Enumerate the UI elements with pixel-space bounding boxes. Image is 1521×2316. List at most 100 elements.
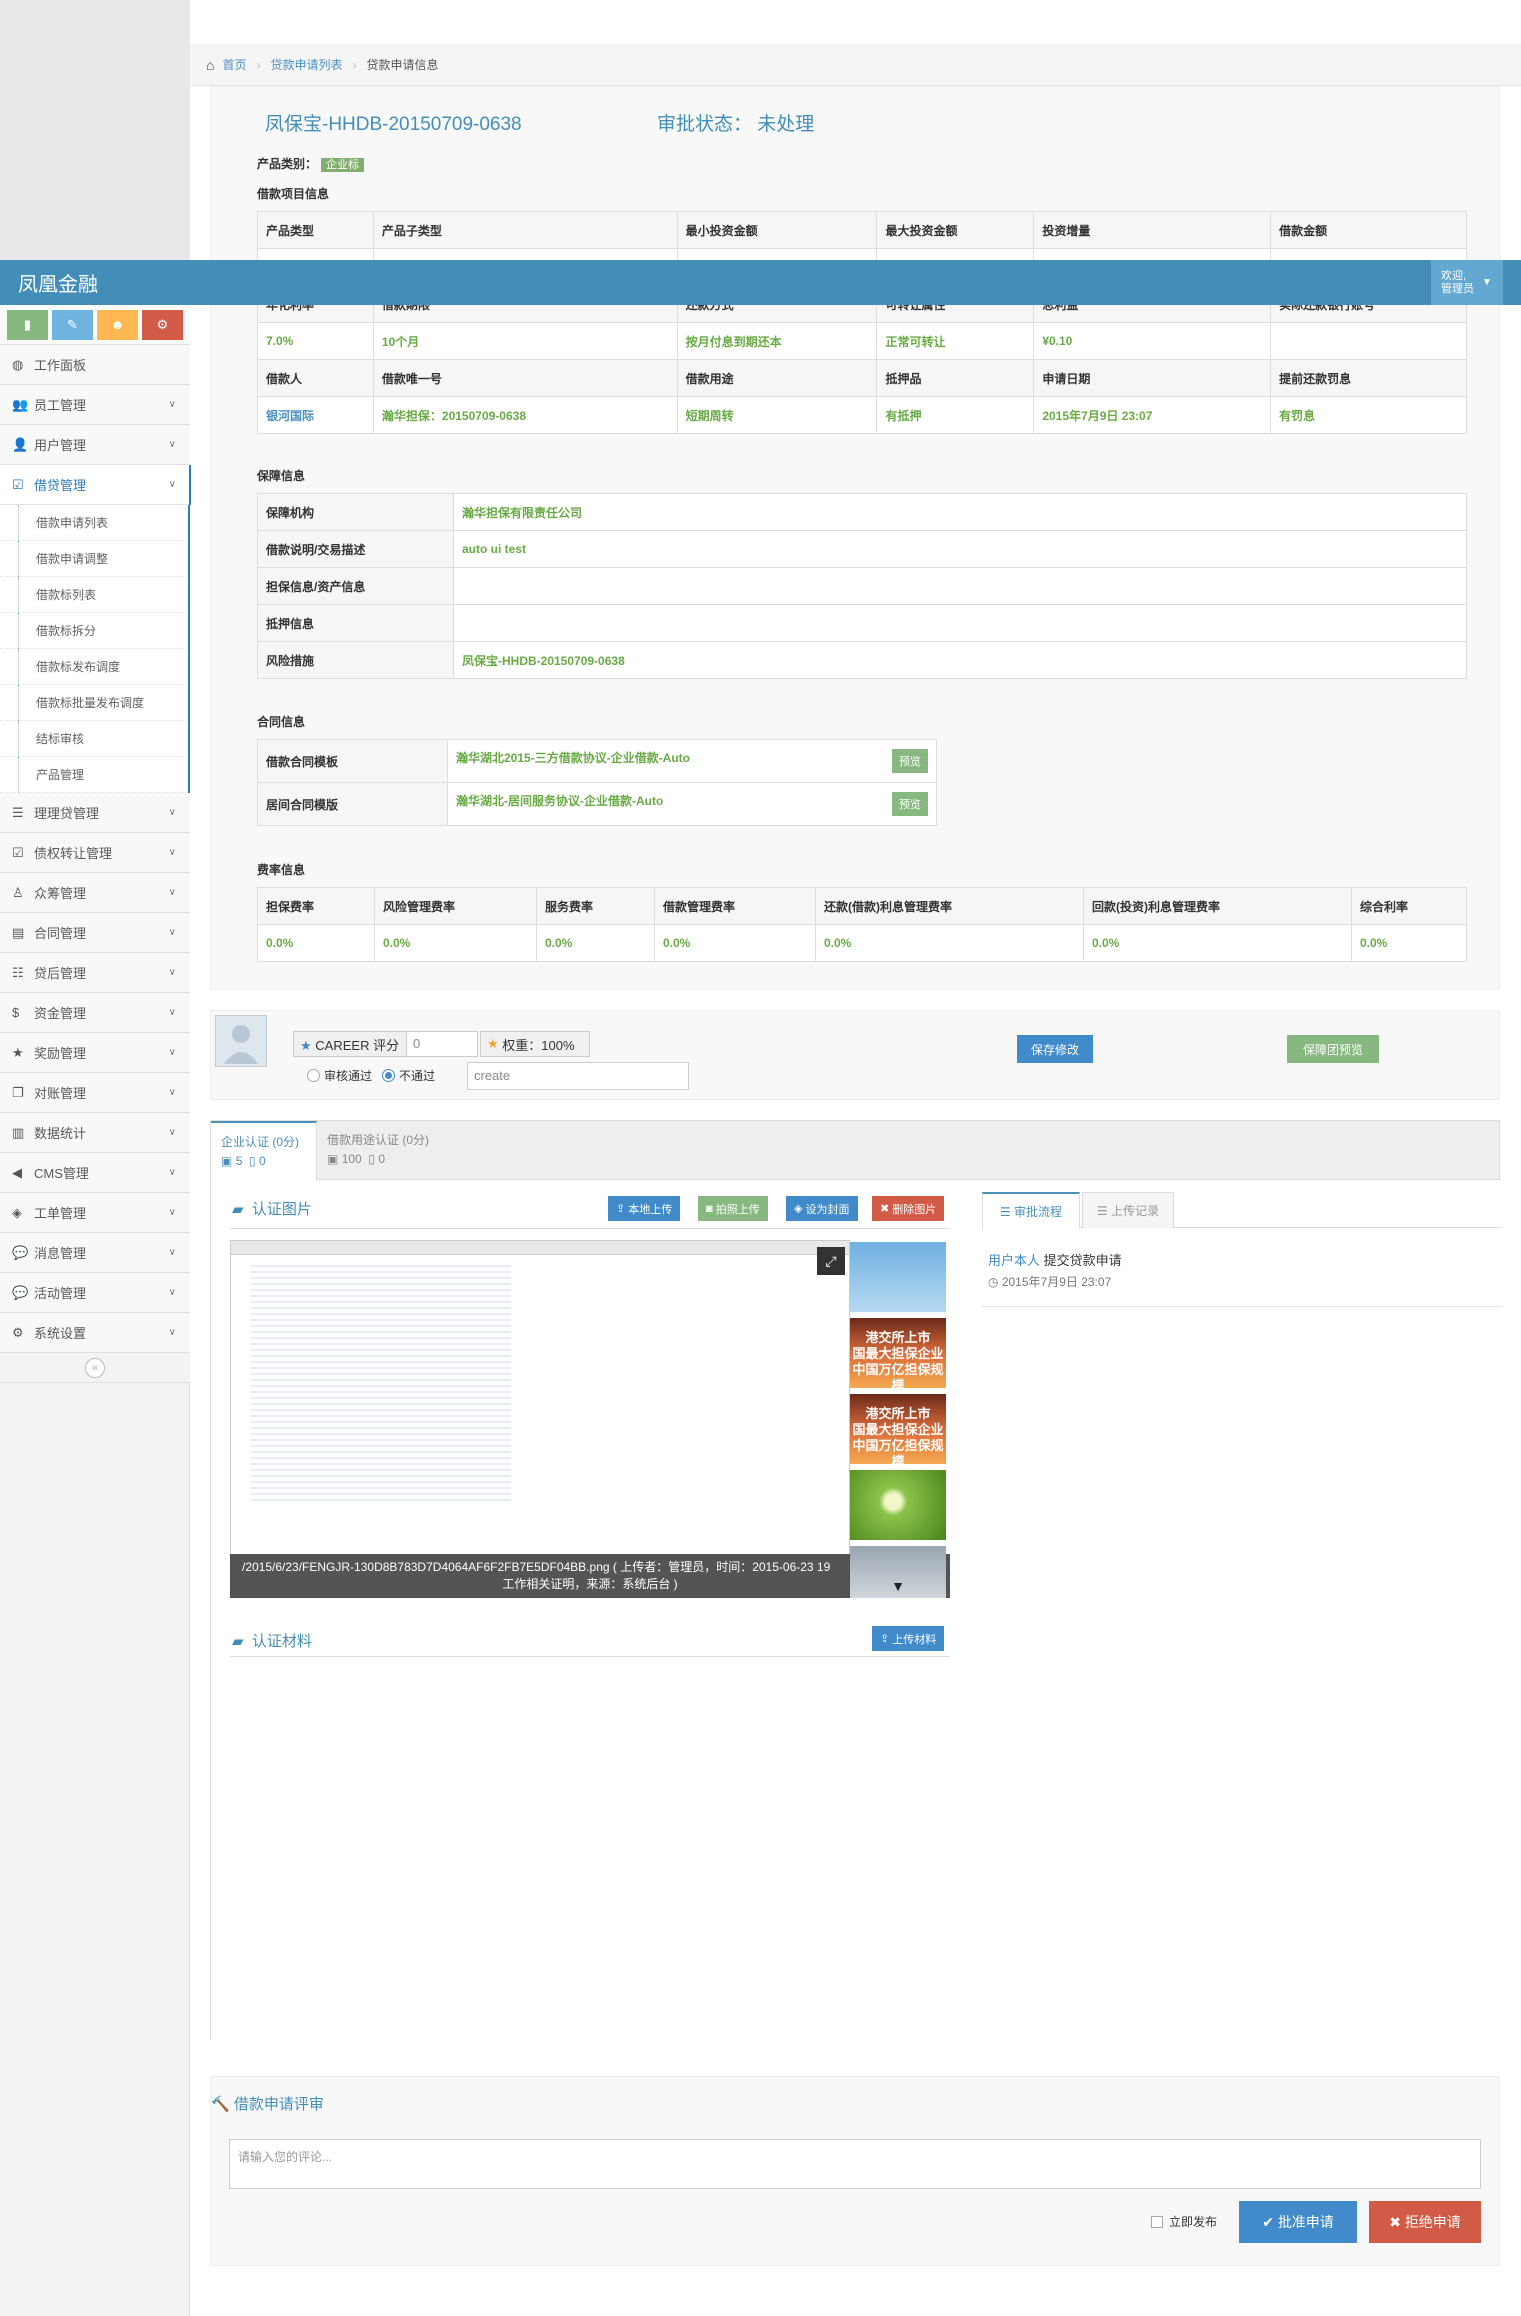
contract-template-link[interactable]: 瀚华湖北-居间服务协议-企业借款-Auto: [456, 794, 663, 808]
signal-icon[interactable]: ▮: [7, 309, 48, 340]
star-icon: ★: [300, 1037, 312, 1053]
male-icon: ♙: [12, 884, 24, 900]
local-upload-button[interactable]: ⇪ 本地上传: [608, 1196, 681, 1221]
thumbnail[interactable]: [850, 1242, 946, 1312]
thumbnail[interactable]: 港交所上市 国最大担保企业 中国万亿担保规模: [850, 1394, 946, 1464]
submenu-item[interactable]: 借款申请调整: [0, 541, 188, 577]
publish-checkbox[interactable]: [1151, 2215, 1163, 2228]
comment-textarea[interactable]: 请输入您的评论...: [229, 2139, 1481, 2189]
sidebar-item-label: 工作面板: [34, 358, 87, 373]
table-cell: 0.0%: [815, 924, 1084, 962]
table-cell: 有抵押: [876, 396, 1035, 434]
comments-icon: 💬: [12, 1284, 29, 1300]
sidebar-item-11[interactable]: 💬 消息管理 ∨: [0, 1233, 190, 1273]
table-cell: 瀚华湖北-居间服务协议-企业借款-Auto 预览: [447, 782, 937, 826]
sidebar-item-1[interactable]: ☑ 债权转让管理 ∨: [0, 833, 190, 873]
sidebar-item-2[interactable]: ♙ 众筹管理 ∨: [0, 873, 190, 913]
submenu-item[interactable]: 产品管理: [0, 757, 188, 793]
file-icon: ▯: [368, 1152, 375, 1166]
table-header-cell: 风险管理费率: [374, 887, 537, 925]
flow-user-link[interactable]: 用户本人: [988, 1253, 1040, 1268]
group-icon[interactable]: ☻: [97, 309, 138, 340]
image-viewer[interactable]: ⤢: [230, 1240, 850, 1598]
screenshot-content: [231, 1255, 849, 1507]
table-cell: 0.0%: [1083, 924, 1352, 962]
preview-button[interactable]: 预览: [892, 749, 928, 773]
sidebar-item-13[interactable]: ⚙ 系统设置 ∨: [0, 1313, 190, 1353]
sidebar-item-3[interactable]: ▤ 合同管理 ∨: [0, 913, 190, 953]
sidebar-item-6[interactable]: ★ 奖励管理 ∨: [0, 1033, 190, 1073]
tab-enterprise-cert[interactable]: 企业认证 (0分) ▣ 5 ▯ 0: [211, 1121, 317, 1181]
review-comment-input[interactable]: create: [467, 1062, 689, 1090]
sidebar-item-label: 数据统计: [34, 1126, 87, 1141]
career-score-input[interactable]: 0: [406, 1032, 477, 1056]
chevron-down-icon: ∨: [168, 399, 176, 410]
table-cell: 瀚华担保：20150709-0638: [372, 396, 678, 434]
submenu-item[interactable]: 借款标发布调度: [0, 649, 188, 685]
submenu-item[interactable]: 结标审核: [0, 721, 188, 757]
sidebar-item-5[interactable]: $ 资金管理 ∨: [0, 993, 190, 1033]
brand-title[interactable]: 凤凰金融: [0, 268, 98, 297]
sidebar-item-8[interactable]: ▥ 数据统计 ∨: [0, 1113, 190, 1153]
tab-upload-records[interactable]: ☰ 上传记录: [1082, 1192, 1174, 1228]
button-label: 批准申请: [1277, 2214, 1334, 2230]
list-icon: ☰: [1096, 1203, 1108, 1218]
tab-approval-flow[interactable]: ☰ 审批流程: [982, 1192, 1080, 1229]
preview-button[interactable]: 预览: [892, 792, 928, 816]
thumbnail-text: 中国万亿担保规模: [852, 1438, 944, 1464]
sidebar-item-9[interactable]: ◀ CMS管理 ∨: [0, 1153, 190, 1193]
submenu-item[interactable]: 借款标列表: [0, 577, 188, 613]
sidebar-item-4[interactable]: ☷ 贷后管理 ∨: [0, 953, 190, 993]
table-row: 担保信息/资产信息: [257, 567, 1467, 605]
home-icon[interactable]: ⌂: [206, 57, 214, 73]
sidebar-item-dashboard[interactable]: ◍ 工作面板: [0, 345, 190, 385]
sidebar-item-label: 系统设置: [34, 1326, 87, 1341]
fee-section-title: 费率信息: [257, 863, 306, 877]
fullscreen-icon[interactable]: ⤢: [817, 1247, 845, 1275]
file-icon: ▯: [249, 1154, 256, 1168]
sidebar-item-10[interactable]: ◈ 工单管理 ∨: [0, 1193, 190, 1233]
submenu-item[interactable]: 借款标批量发布调度: [0, 685, 188, 721]
user-menu[interactable]: 欢迎, 管理员 ▼: [1431, 260, 1503, 305]
cert-materials-title-text: 认证材料: [251, 1633, 312, 1650]
sidebar-item-12[interactable]: 💬 活动管理 ∨: [0, 1273, 190, 1313]
sidebar-item-7[interactable]: ❐ 对账管理 ∨: [0, 1073, 190, 1113]
contract-template-link[interactable]: 瀚华湖北2015-三方借款协议-企业借款-Auto: [456, 751, 690, 765]
chevron-down-icon: ∨: [168, 807, 176, 818]
sidebar-item-loans[interactable]: ☑ 借贷管理 ∨: [0, 465, 191, 505]
divider: [230, 1656, 950, 1657]
sidebar-collapse[interactable]: «: [0, 1353, 190, 1383]
table-header-cell: 风险措施: [257, 641, 454, 679]
clock-icon: ◷: [988, 1275, 999, 1289]
breadcrumb-home[interactable]: 首页: [222, 56, 246, 73]
sidebar-item-0[interactable]: ☰ 理理贷管理 ∨: [0, 793, 190, 833]
sidebar-item-staff[interactable]: 👥 员工管理 ∨: [0, 385, 190, 425]
sidebar-item-users[interactable]: 👤 用户管理 ∨: [0, 425, 190, 465]
camera-upload-button[interactable]: ◙ 拍照上传: [698, 1196, 768, 1221]
submenu-item[interactable]: 借款申请列表: [0, 505, 188, 541]
table-cell: 短期周转: [676, 396, 878, 434]
breadcrumb-loan-list[interactable]: 贷款申请列表: [270, 56, 342, 73]
borrower-link[interactable]: 银河国际: [257, 396, 374, 434]
close-icon: ✖: [1389, 2213, 1401, 2230]
thumbnail[interactable]: [850, 1470, 946, 1540]
radio-pass[interactable]: [307, 1069, 320, 1082]
image-caption-line2: 工作相关证明，来源：系统后台 ): [502, 1577, 678, 1591]
radio-fail[interactable]: [382, 1069, 396, 1082]
table-header-cell: 申请日期: [1033, 359, 1272, 397]
upload-materials-button[interactable]: ⇪ 上传材料: [872, 1626, 945, 1651]
pencil-icon[interactable]: ✎: [52, 309, 93, 340]
submenu-item[interactable]: 借款标拆分: [0, 613, 188, 649]
weight-badge: ★ 权重：100%: [480, 1031, 590, 1057]
thumbnail[interactable]: ▼: [850, 1546, 946, 1598]
cogs-icon[interactable]: ⚙: [142, 309, 183, 340]
save-changes-button[interactable]: 保存修改: [1017, 1035, 1093, 1063]
approve-button[interactable]: ✔ 批准申请: [1239, 2201, 1357, 2243]
tab-loan-purpose-cert[interactable]: 借款用途认证 (0分) ▣ 100 ▯ 0: [317, 1121, 447, 1181]
guarantee-preview-button[interactable]: 保障团预览: [1287, 1035, 1379, 1063]
delete-image-button[interactable]: ✖ 删除图片: [872, 1196, 945, 1221]
table-cell: ¥0.10: [1033, 322, 1272, 360]
set-cover-button[interactable]: ◈ 设为封面: [786, 1196, 858, 1221]
thumbnail[interactable]: 港交所上市 国最大担保企业 中国万亿担保规模: [850, 1318, 946, 1388]
reject-button[interactable]: ✖ 拒绝申请: [1369, 2201, 1481, 2243]
